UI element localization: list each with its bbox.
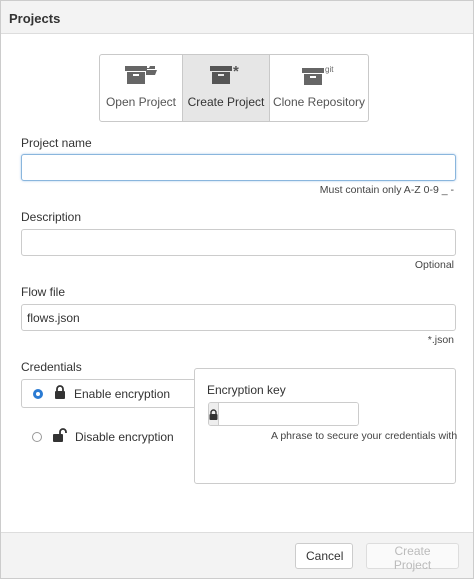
key-lock-icon: [209, 403, 219, 425]
flow-file-label: Flow file: [21, 285, 66, 299]
encryption-key-panel: Encryption key A phrase to secure your c…: [194, 368, 458, 484]
enable-encryption-option[interactable]: Enable encryption: [21, 379, 196, 408]
git-label: git: [325, 65, 334, 74]
lock-icon: [54, 385, 66, 402]
disable-encryption-radio[interactable]: [32, 431, 42, 442]
project-mode-selector: Open Project * Create Project git Clone …: [99, 54, 369, 122]
encryption-key-label: Encryption key: [207, 383, 286, 397]
credentials-label: Credentials: [21, 360, 82, 374]
create-project-label: Create Project: [187, 95, 265, 109]
dialog-footer: Cancel Create Project: [1, 532, 473, 578]
folder-box-icon: [124, 64, 158, 89]
box-git-icon: git: [301, 64, 337, 89]
encryption-key-hint: A phrase to secure your credentials with: [271, 430, 458, 442]
box-asterisk-icon: *: [209, 63, 243, 89]
project-name-input[interactable]: [21, 154, 456, 181]
unlock-icon: [53, 428, 67, 445]
encryption-key-input[interactable]: [219, 403, 358, 425]
project-name-label: Project name: [21, 136, 92, 150]
dialog-titlebar: Projects: [1, 1, 473, 34]
description-label: Description: [21, 210, 82, 224]
description-hint: Optional: [414, 259, 454, 271]
open-project-label: Open Project: [105, 95, 177, 109]
enable-encryption-label: Enable encryption: [74, 386, 171, 401]
disable-encryption-option[interactable]: Disable encryption: [21, 422, 174, 451]
encryption-key-group: [208, 402, 359, 426]
open-project-button[interactable]: Open Project: [100, 55, 182, 121]
enable-encryption-radio[interactable]: [33, 388, 43, 399]
svg-text:*: *: [233, 64, 239, 80]
projects-dialog: Projects Open Project * Create Project g…: [0, 0, 474, 579]
dialog-title: Projects: [9, 11, 61, 26]
create-project-button[interactable]: * Create Project: [182, 55, 269, 121]
flow-file-hint: *.json: [427, 334, 454, 346]
clone-repository-label: Clone Repository: [272, 95, 366, 109]
cancel-button[interactable]: Cancel: [295, 543, 353, 569]
clone-repository-button[interactable]: git Clone Repository: [269, 55, 368, 121]
project-name-hint: Must contain only A-Z 0-9 _ -: [319, 184, 454, 196]
disable-encryption-label: Disable encryption: [75, 429, 174, 444]
flow-file-input[interactable]: [21, 304, 456, 331]
create-project-submit-button[interactable]: Create Project: [366, 543, 459, 572]
description-input[interactable]: [21, 229, 456, 256]
